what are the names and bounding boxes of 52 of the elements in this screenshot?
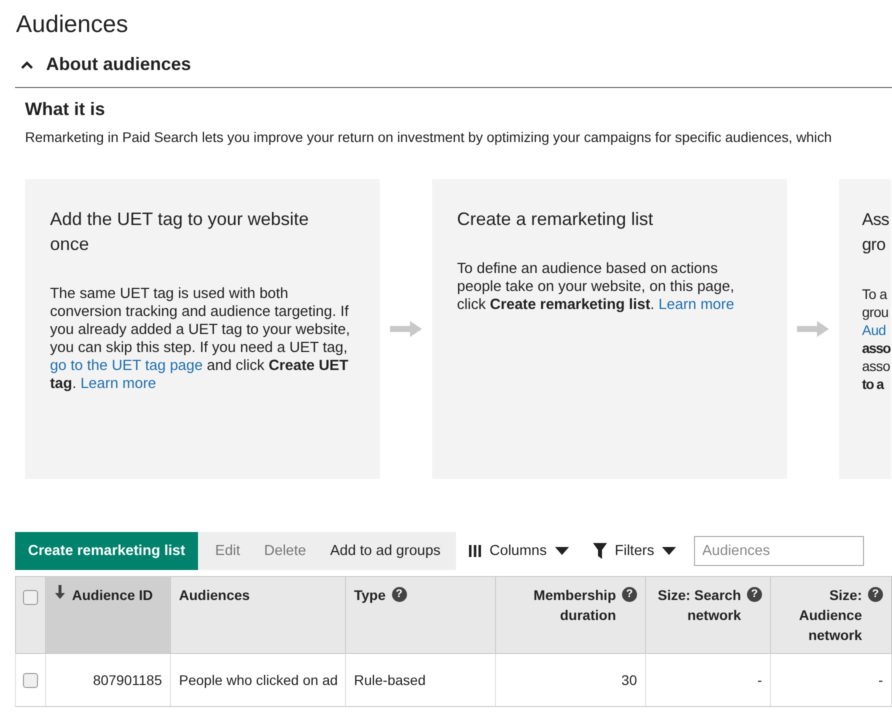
table-cell: People who clicked on ad [170, 654, 346, 706]
collapse-button[interactable]: About audiences [15, 54, 192, 75]
card-text: The same UET tag is used with both conversion tracking and audience targeting. If you already added a UET tag to your website, you can skip this step. If you need a UET tag, go to the UET tag page and click Create UET tag. Learn more [50, 285, 351, 393]
table-cell: - [770, 654, 892, 706]
arrow-right-icon [797, 321, 829, 337]
card-title: gro [862, 234, 886, 256]
search-field[interactable]: Audiences [694, 536, 864, 566]
section-heading: What it is [25, 98, 106, 120]
columns-icon [468, 544, 482, 558]
arrow-right-icon [390, 321, 422, 337]
card-text: grou [862, 303, 890, 321]
card-title: Ass [862, 209, 890, 231]
caret-down-icon [554, 547, 569, 555]
column-header[interactable]: Audience ID [46, 576, 170, 654]
caret-up-icon [20, 60, 34, 70]
card-title: Add the UET tag to your website once [50, 208, 310, 256]
link[interactable]: Learn more [658, 297, 734, 313]
column-header[interactable]: Size: Search network ? [646, 576, 770, 654]
intro-text: Remarketing in Paid Search lets you improve your return on investment by optimizing your campaigns for specific audiences, which [25, 128, 833, 146]
table-cell: - [646, 654, 770, 706]
help-icon[interactable]: ? [747, 587, 762, 602]
page-title: Audiences [15, 10, 130, 40]
card-text: To define an audience based on actions people take on your website, on this page, click Create remarketing list. Learn more [457, 260, 736, 314]
card-text: asso [862, 339, 891, 357]
column-header[interactable]: Membership duration ? [496, 576, 646, 654]
filters-button[interactable]: Filters [580, 532, 688, 570]
caret-down-icon [662, 547, 676, 555]
checkbox[interactable] [23, 673, 38, 688]
link[interactable]: go to the UET tag page [50, 358, 203, 374]
card-title: Create a remarketing list [457, 208, 654, 231]
create-remarketing-list-button[interactable]: Create remarketing list [15, 532, 198, 570]
filter-icon [592, 543, 607, 559]
help-icon[interactable]: ? [392, 587, 407, 602]
action-button[interactable]: Add to ad groups [318, 532, 453, 570]
table-cell: Rule-based [346, 654, 496, 706]
arrow-down-icon [54, 585, 66, 599]
action-button[interactable]: Edit [203, 532, 252, 570]
help-icon[interactable]: ? [868, 587, 883, 602]
link[interactable]: Learn more [80, 376, 156, 392]
help-icon[interactable]: ? [622, 587, 637, 602]
column-header[interactable]: Type ? [346, 576, 496, 654]
checkbox[interactable] [23, 590, 38, 605]
link[interactable]: Aud [862, 321, 891, 339]
table-cell: 30 [496, 654, 646, 706]
column-header[interactable]: Size: Audience network ? [770, 576, 892, 654]
action-button[interactable]: Delete [252, 532, 318, 570]
column-header[interactable]: Audiences [170, 576, 346, 654]
card-text: asso [862, 357, 891, 375]
card-text: to a [862, 375, 885, 393]
table-cell: 807901185 [46, 654, 170, 706]
card-text: To a [862, 285, 888, 303]
columns-button[interactable]: Columns [456, 532, 581, 570]
